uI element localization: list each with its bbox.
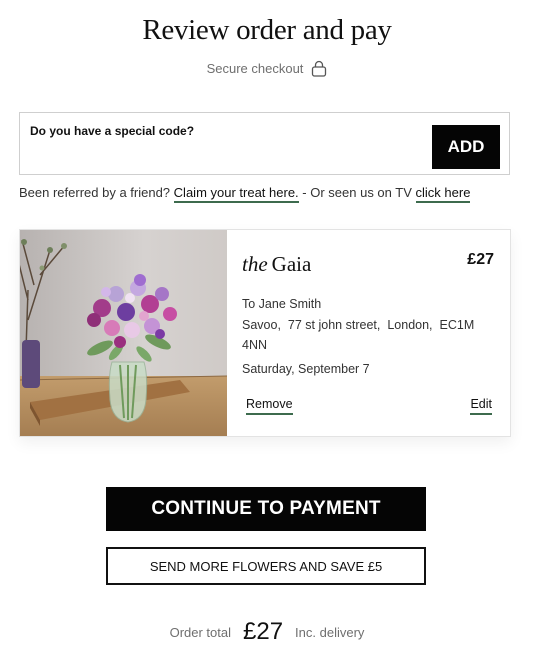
referral-text: Been referred by a friend? Claim your tr… — [19, 185, 519, 203]
delivery-note: Inc. delivery — [295, 624, 365, 640]
send-more-flowers-button[interactable]: SEND MORE FLOWERS AND SAVE £5 — [106, 547, 426, 585]
special-code-box: Do you have a special code? ADD — [19, 112, 510, 175]
special-code-label: Do you have a special code? — [30, 124, 195, 138]
continue-to-payment-button[interactable]: CONTINUE TO PAYMENT — [106, 487, 426, 531]
delivery-details: To Jane Smith Savoo, 77 st john street, Lo… — [242, 294, 492, 379]
secure-checkout: Secure checkout — [0, 60, 534, 77]
edit-item-link[interactable]: Edit — [470, 397, 492, 415]
recipient-line: To Jane Smith — [242, 297, 322, 311]
secure-checkout-label: Secure checkout — [206, 61, 304, 76]
tv-click-here-link[interactable]: click here — [415, 185, 471, 203]
order-total: Order total £27 Inc. delivery — [0, 618, 534, 646]
address-part: Savoo, — [242, 317, 281, 332]
address-line: Savoo, 77 st john street, London, EC1M 4NN — [242, 315, 492, 356]
product-name: the Gaia — [242, 252, 311, 277]
product-price: £27 — [467, 251, 494, 268]
address-part: London, — [387, 317, 433, 332]
product-image — [20, 230, 227, 436]
order-total-amount: £27 — [243, 618, 284, 645]
referral-prefix: Been referred by a friend? — [19, 185, 171, 200]
address-part: 77 st john street, — [287, 317, 381, 332]
delivery-date: Saturday, September 7 — [242, 361, 370, 376]
product-name-prefix: the — [242, 252, 268, 276]
product-name-main: Gaia — [271, 252, 312, 276]
order-total-label: Order total — [169, 624, 231, 640]
referral-middle: - Or seen us on TV — [302, 185, 412, 200]
lock-icon — [311, 60, 327, 77]
page-title: Review order and pay — [142, 14, 392, 46]
order-item-card: the Gaia £27 To Jane Smith Savoo, 77 st jo… — [19, 229, 511, 437]
claim-treat-link[interactable]: Claim your treat here. — [173, 185, 299, 203]
add-code-button[interactable]: ADD — [432, 125, 500, 169]
remove-item-link[interactable]: Remove — [246, 397, 293, 415]
